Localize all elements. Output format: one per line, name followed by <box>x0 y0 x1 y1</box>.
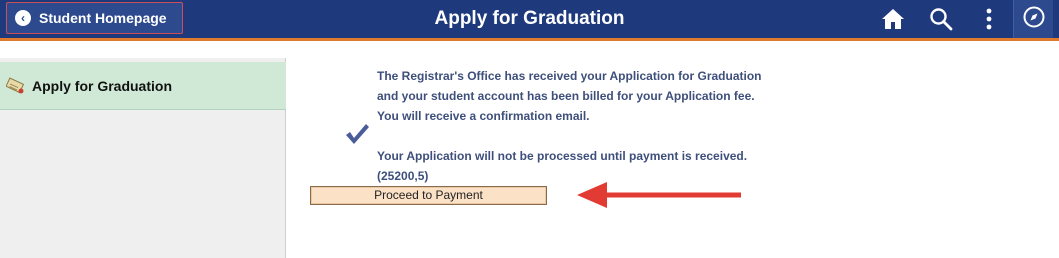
search-icon[interactable] <box>928 6 954 32</box>
sidebar-item-label: Apply for Graduation <box>32 77 172 94</box>
more-vertical-icon[interactable] <box>976 6 1002 32</box>
confirmation-message: The Registrar's Office has received your… <box>377 66 777 186</box>
diploma-icon <box>6 76 26 96</box>
red-arrow-annotation <box>575 180 745 217</box>
navbar-button[interactable] <box>1013 0 1053 38</box>
navbar-compass-icon <box>1022 5 1046 34</box>
home-icon[interactable] <box>880 6 906 32</box>
proceed-to-payment-button[interactable]: Proceed to Payment <box>310 186 547 205</box>
checkmark-icon <box>344 122 370 151</box>
sidebar-item-apply-for-graduation[interactable]: Apply for Graduation <box>0 62 286 110</box>
left-sidebar: Apply for Graduation <box>0 58 286 258</box>
message-paragraph-1: The Registrar's Office has received your… <box>377 69 762 123</box>
message-paragraph-2: Your Application will not be processed u… <box>377 149 748 163</box>
top-header-bar: ‹ Student Homepage Apply for Graduation <box>0 0 1059 41</box>
back-button[interactable]: ‹ Student Homepage <box>6 2 183 34</box>
chevron-left-icon: ‹ <box>15 10 31 26</box>
back-button-label: Student Homepage <box>39 10 167 26</box>
